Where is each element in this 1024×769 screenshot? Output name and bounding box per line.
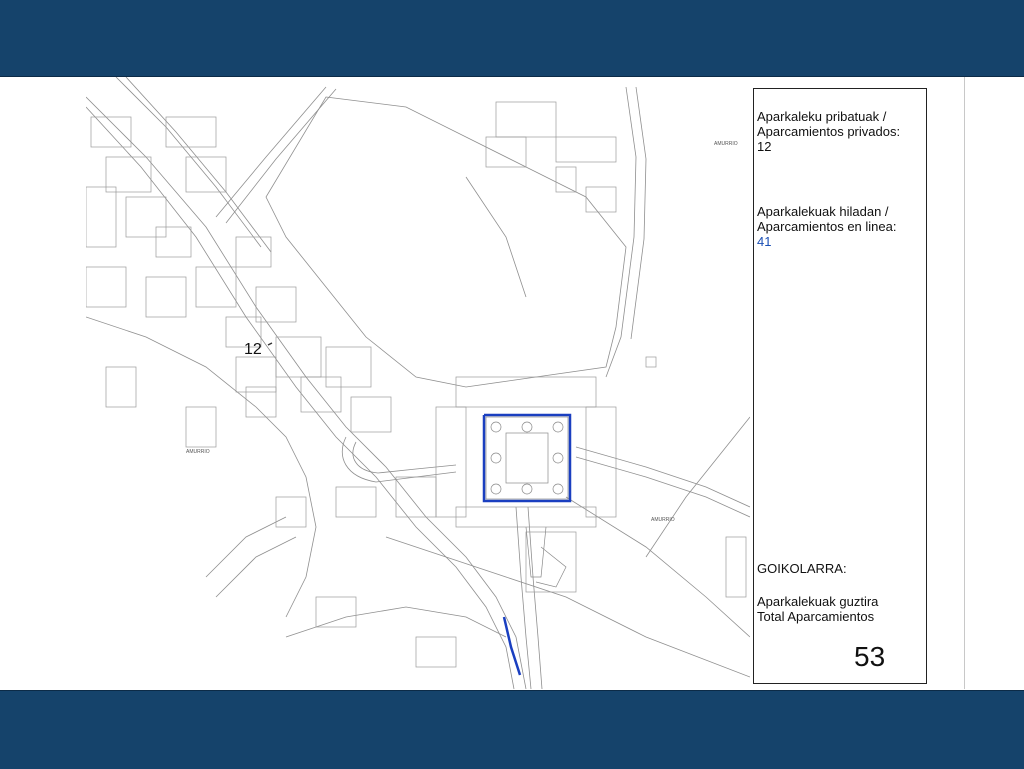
private-parking-section: Aparkaleku pribatuak / Aparcamientos pri… — [757, 109, 900, 154]
area-name-section: GOIKOLARRA: — [757, 561, 847, 576]
parking-map: 12 AMURRIO AMURRIO AMURRIO — [86, 77, 750, 689]
private-parking-label-es: Aparcamientos privados: — [757, 124, 901, 139]
private-parking-count: 12 — [757, 139, 772, 154]
private-parking-label-eu: Aparkaleku pribatuak / — [757, 109, 887, 124]
line-parking-count: 41 — [757, 234, 772, 249]
line-parking-section: Aparkalekuak hiladan / Aparcamientos en … — [757, 204, 896, 249]
line-parking-label-eu: Aparkalekuak hiladan / — [757, 204, 889, 219]
bottom-banner — [0, 690, 1024, 769]
right-margin — [964, 77, 1024, 689]
total-parking-count: 53 — [854, 641, 886, 672]
area-name: GOIKOLARRA: — [757, 561, 847, 576]
total-parking-label-es: Total Aparcamientos — [757, 609, 875, 624]
left-margin — [0, 77, 86, 689]
place-label-amurrio-west: AMURRIO — [186, 449, 210, 455]
top-banner — [0, 0, 1024, 77]
parking-legend: Aparkaleku pribatuak / Aparcamientos pri… — [753, 88, 927, 684]
place-label-amurrio-north: AMURRIO — [714, 141, 738, 147]
total-parking-label-eu: Aparkalekuak guztira — [757, 594, 879, 609]
line-parking-label-es: Aparcamientos en linea: — [757, 219, 897, 234]
cadastral-map-drawing — [86, 77, 750, 689]
total-parking-section: Aparkalekuak guztira Total Aparcamientos — [757, 594, 878, 624]
private-parking-marker: 12 — [244, 341, 262, 358]
place-label-amurrio-east: AMURRIO — [651, 517, 675, 523]
